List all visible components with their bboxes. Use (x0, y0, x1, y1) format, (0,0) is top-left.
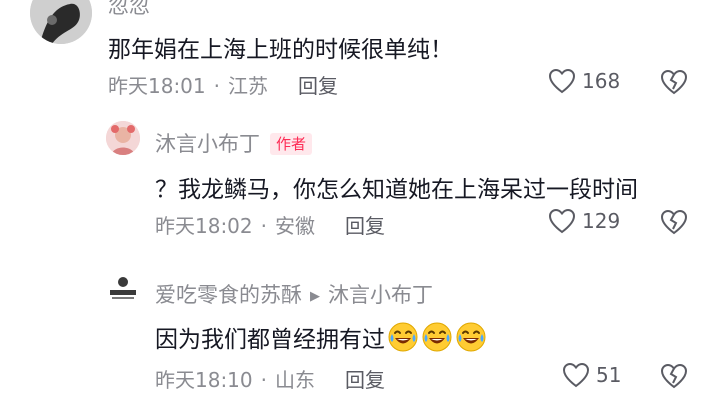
separator-dot: · (260, 368, 267, 392)
comment-text: 那年娟在上海上班的时候很单纯！ (108, 37, 453, 63)
comment-username[interactable]: 爱吃零食的苏酥 (155, 283, 302, 307)
comment-time: 昨天18:01 (108, 74, 206, 98)
avatar[interactable] (30, 0, 92, 44)
comment-meta: 昨天18:02 · 安徽 回复 (155, 210, 385, 239)
comment-time: 昨天18:02 (155, 214, 253, 238)
separator-dot: · (260, 214, 267, 238)
like-button[interactable]: 168 (548, 68, 620, 94)
comment-text: ？我龙鳞马，你怎么知道她在上海呆过一段时间 (155, 177, 638, 203)
reply-header: 爱吃零食的苏酥 ▶ 沐言小布丁 (155, 279, 433, 309)
avatar[interactable] (106, 272, 140, 306)
avatar[interactable] (106, 121, 140, 155)
dislike-icon[interactable] (660, 69, 688, 95)
author-badge: 作者 (270, 133, 313, 155)
comment-location: 山东 (275, 368, 315, 392)
heart-icon (548, 68, 576, 94)
laughing-crying-emoji-icon (422, 322, 452, 352)
reply-arrow-icon: ▶ (310, 289, 320, 304)
heart-icon (562, 362, 590, 388)
like-button[interactable]: 51 (562, 362, 621, 388)
laughing-crying-emoji-icon (388, 322, 418, 352)
reply-to-username[interactable]: 沐言小布丁 (328, 283, 433, 307)
like-count: 51 (596, 363, 622, 387)
dislike-icon[interactable] (660, 209, 688, 235)
comment-text-row: 因为我们都曾经拥有过 (155, 320, 487, 354)
heart-icon (548, 208, 576, 234)
comment-meta: 昨天18:10 · 山东 回复 (155, 364, 385, 393)
avatar-image (106, 121, 140, 155)
like-count: 168 (582, 69, 621, 93)
comment-location: 安徽 (275, 214, 315, 238)
reply-button[interactable]: 回复 (345, 368, 385, 392)
emoji-group (385, 322, 487, 353)
comment-username[interactable]: 忽忽 (108, 0, 150, 20)
like-button[interactable]: 129 (548, 208, 620, 234)
comment-text: 因为我们都曾经拥有过 (155, 327, 385, 353)
comment-username[interactable]: 沐言小布丁 (155, 132, 260, 156)
comment-thread: 忽忽 那年娟在上海上班的时候很单纯！ 昨天18:01 · 江苏 回复 168 沐… (0, 0, 720, 405)
dislike-icon[interactable] (660, 363, 688, 389)
separator-dot: · (213, 74, 220, 98)
reply-button[interactable]: 回复 (345, 214, 385, 238)
reply-button[interactable]: 回复 (298, 74, 338, 98)
laughing-crying-emoji-icon (456, 322, 486, 352)
reply-header: 沐言小布丁 作者 (155, 128, 313, 158)
avatar-image (30, 0, 92, 44)
avatar-image (106, 272, 140, 306)
comment-meta: 昨天18:01 · 江苏 回复 (108, 70, 338, 99)
like-count: 129 (582, 209, 621, 233)
comment-time: 昨天18:10 (155, 368, 253, 392)
comment-location: 江苏 (228, 74, 268, 98)
